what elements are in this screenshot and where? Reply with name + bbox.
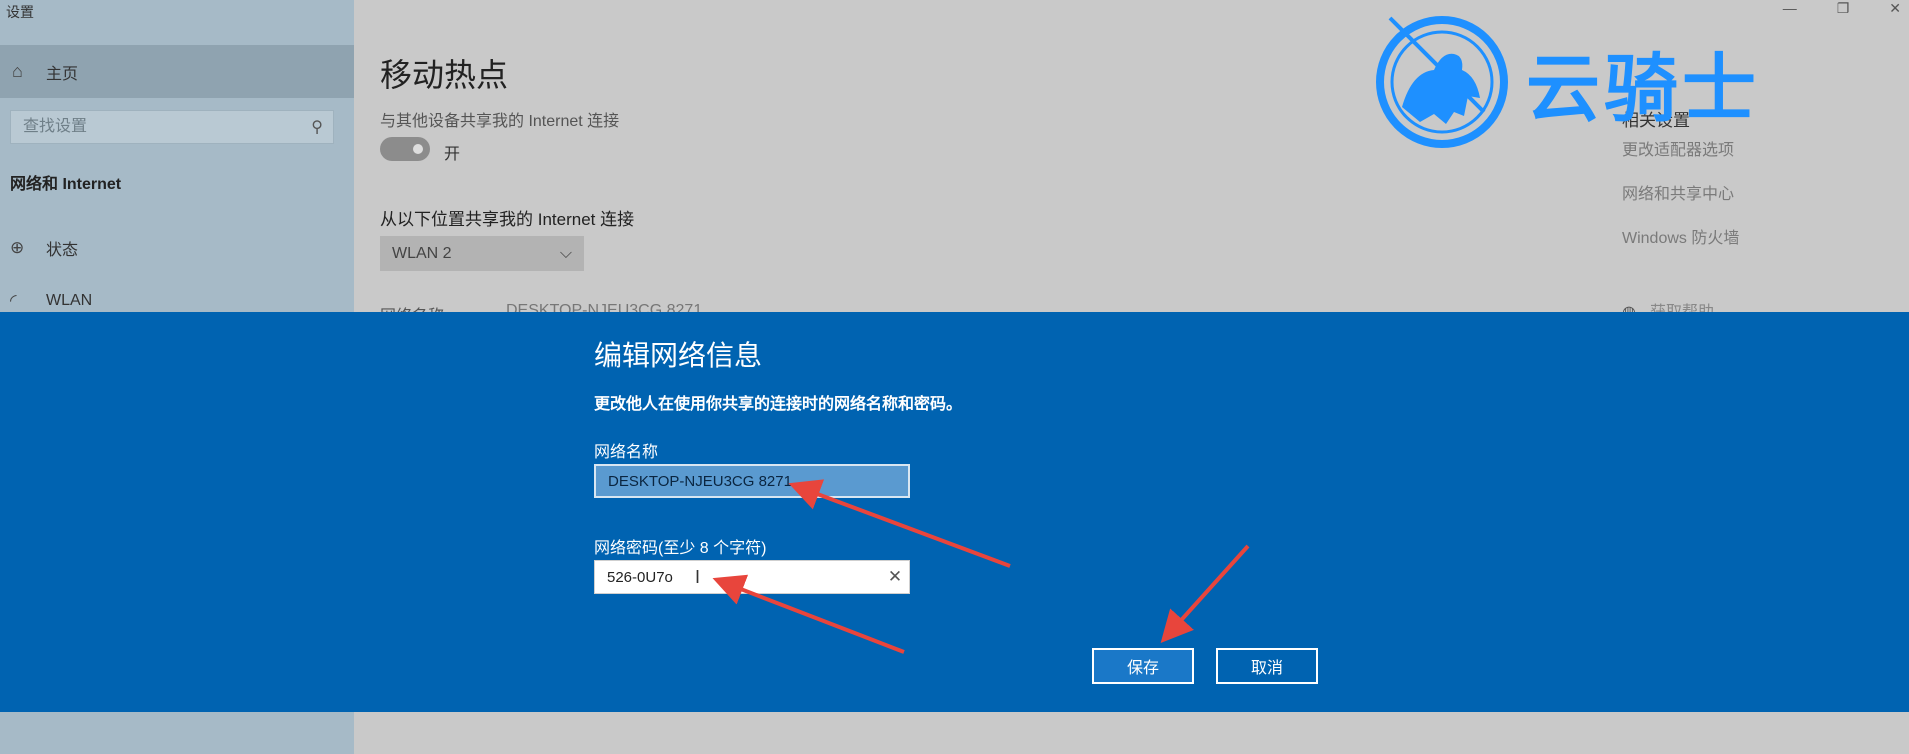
edit-network-dialog: 编辑网络信息 更改他人在使用你共享的连接时的网络名称和密码。 网络名称 网络密码…	[0, 312, 1909, 712]
network-name-input[interactable]	[594, 464, 910, 498]
sidebar-item-label: 主页	[46, 65, 79, 83]
chevron-down-icon: ⌵	[559, 244, 572, 262]
logo-text: 云骑士	[1526, 45, 1760, 132]
sidebar-section-title: 网络和 Internet	[10, 176, 122, 193]
cancel-button[interactable]: 取消	[1216, 648, 1318, 684]
share-connection-label: 与其他设备共享我的 Internet 连接	[380, 113, 620, 130]
close-button[interactable]: ✕	[1889, 0, 1901, 17]
settings-search-box[interactable]: ⚲	[10, 110, 334, 144]
sidebar-item-status[interactable]: ⊕ 状态	[10, 236, 78, 260]
dialog-description: 更改他人在使用你共享的连接时的网络名称和密码。	[594, 396, 963, 413]
sidebar-item-wlan[interactable]: ◜ WLAN	[10, 291, 92, 311]
share-from-label: 从以下位置共享我的 Internet 连接	[380, 210, 635, 229]
network-password-input[interactable]	[595, 568, 881, 586]
knight-emblem-icon	[1376, 16, 1508, 148]
help-label: 获取帮助	[1650, 304, 1714, 312]
network-password-label: 网络密码(至少 8 个字符)	[594, 540, 767, 557]
minimize-button[interactable]: —	[1783, 0, 1797, 17]
network-name-value-bg: DESKTOP-NJEU3CG 8271	[506, 302, 703, 312]
home-icon: ⌂	[12, 61, 23, 81]
adapter-select-value: WLAN 2	[392, 244, 452, 262]
network-name-label-bg: 网络名称	[380, 302, 444, 312]
adapter-select[interactable]: WLAN 2 ⌵	[380, 236, 584, 271]
help-icon: ◍	[1622, 304, 1636, 312]
window-title: 设置	[6, 4, 34, 20]
hotspot-toggle[interactable]	[380, 137, 430, 161]
sidebar-item-home[interactable]: ⌂ 主页	[0, 45, 354, 98]
clear-icon[interactable]: ✕	[881, 567, 909, 587]
text-cursor-icon: I	[695, 567, 701, 587]
sidebar-item-label: WLAN	[46, 292, 93, 309]
settings-search-input[interactable]	[21, 117, 285, 137]
toggle-state-label: 开	[444, 146, 461, 163]
watermark-logo: 云骑士	[1372, 12, 1760, 152]
window-controls: — ❐ ✕	[1783, 0, 1901, 17]
sidebar-item-label: 状态	[46, 242, 79, 259]
link-sharing-center[interactable]: 网络和共享中心	[1622, 180, 1734, 204]
maximize-button[interactable]: ❐	[1837, 0, 1850, 17]
globe-icon: ⊕	[10, 238, 25, 257]
link-windows-firewall[interactable]: Windows 防火墙	[1622, 224, 1739, 248]
wifi-icon: ◜	[10, 291, 17, 310]
network-name-label: 网络名称	[594, 444, 659, 461]
search-icon[interactable]: ⚲	[311, 117, 323, 137]
page-title: 移动热点	[380, 57, 509, 93]
network-password-field[interactable]: I ✕	[594, 560, 910, 594]
dialog-title: 编辑网络信息	[594, 340, 763, 371]
save-button[interactable]: 保存	[1092, 648, 1194, 684]
help-link[interactable]: ◍ 获取帮助	[1622, 298, 1714, 312]
